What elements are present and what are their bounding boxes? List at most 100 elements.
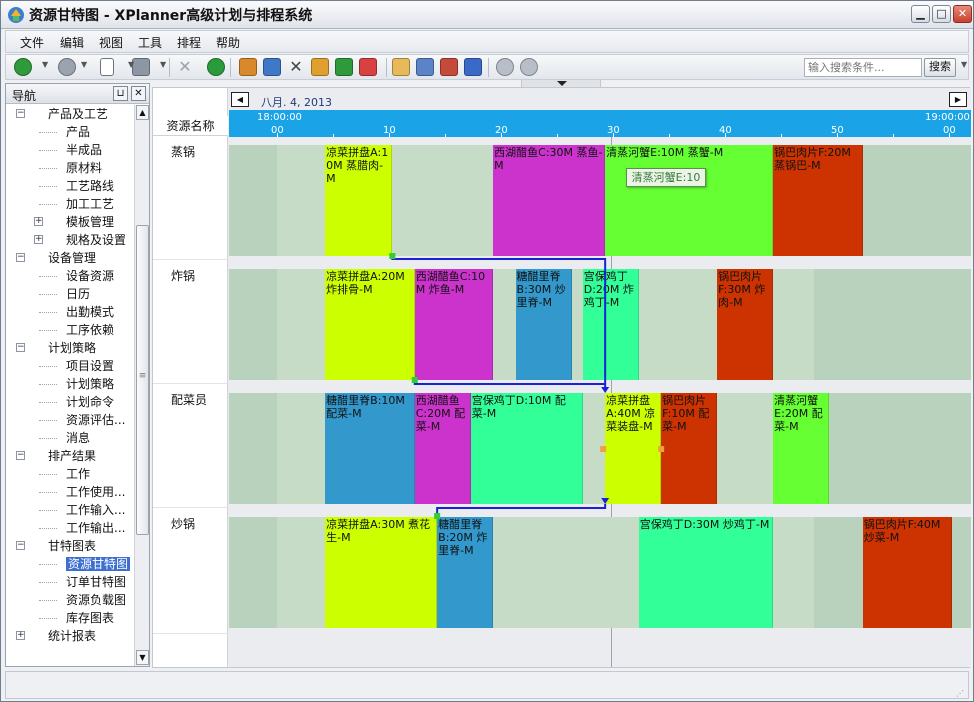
report-icon[interactable] (440, 58, 458, 76)
tree-group-29[interactable]: 统计报表 (48, 627, 96, 645)
tree-group-8[interactable]: 设备管理 (48, 249, 96, 267)
task-bar[interactable]: 清蒸河蟹E:10M 蒸蟹-M (605, 145, 774, 256)
task-bar[interactable]: 锅巴肉片F:40M 炒菜-M (862, 517, 953, 628)
up-icon[interactable] (496, 58, 514, 76)
table-icon[interactable] (416, 58, 434, 76)
scroll-down-icon[interactable]: ▼ (136, 650, 149, 665)
tree-item-18[interactable]: 消息 (66, 429, 90, 447)
tree-item-22[interactable]: 工作输入... (66, 501, 125, 519)
task-bar[interactable]: 宫保鸡丁D:20M 炸鸡丁-M (582, 269, 639, 380)
resize-grip-icon[interactable]: ⋰ (956, 689, 966, 699)
down-icon[interactable] (520, 58, 538, 76)
task-bar[interactable]: 西湖醋鱼C:10M 炸鱼-M (414, 269, 494, 380)
network-icon[interactable] (263, 58, 281, 76)
task-bar[interactable]: 糖醋里脊B:10M 配菜-M (325, 393, 415, 504)
collapse-icon[interactable]: − (16, 541, 25, 550)
toolbar-overflow-icon[interactable]: ▼ (961, 60, 967, 69)
dropdown-arrow-icon[interactable]: ▼ (128, 60, 134, 69)
delete-icon[interactable]: ✕ (176, 58, 194, 76)
tree-item-26[interactable]: 订单甘特图 (66, 573, 126, 591)
collapse-icon[interactable]: − (16, 451, 25, 460)
maximize-button[interactable]: □ (932, 5, 951, 23)
refresh-icon[interactable] (207, 58, 225, 76)
tree-item-21[interactable]: 工作使用... (66, 483, 125, 501)
package-icon[interactable] (239, 58, 257, 76)
tree-item-5[interactable]: 加工工艺 (66, 195, 114, 213)
tree-item-14[interactable]: 项目设置 (66, 357, 114, 375)
new-document-icon[interactable] (100, 58, 114, 76)
task-bar[interactable]: 西湖醋鱼C:20M 配菜-M (414, 393, 471, 504)
menu-item-5[interactable]: 帮助 (216, 34, 240, 51)
tree-item-2[interactable]: 半成品 (66, 141, 102, 159)
minimize-button[interactable]: ▁ (911, 5, 930, 23)
tree-item-7[interactable]: 规格及设置 (66, 231, 126, 249)
close-button[interactable]: ✕ (953, 5, 972, 23)
folders-icon[interactable] (311, 58, 329, 76)
tree-item-23[interactable]: 工作输出... (66, 519, 125, 537)
nav-close-icon[interactable]: ✕ (131, 86, 146, 101)
tree-item-10[interactable]: 日历 (66, 285, 90, 303)
tree-item-16[interactable]: 计划命令 (66, 393, 114, 411)
task-bar[interactable]: 西湖醋鱼C:30M 蒸鱼-M (493, 145, 606, 256)
tree-item-6[interactable]: 模板管理 (66, 213, 114, 231)
task-bar[interactable]: 清蒸河蟹E:20M 配菜-M (773, 393, 830, 504)
pin-icon[interactable]: ⊔ (113, 86, 128, 101)
tree-group-13[interactable]: 计划策略 (48, 339, 96, 357)
next-date-icon[interactable]: ▶ (949, 92, 967, 107)
collapse-icon[interactable]: − (16, 343, 25, 352)
task-bar[interactable]: 锅巴肉片F:30M 炸肉-M (717, 269, 774, 380)
task-bar[interactable]: 糖醋里脊B:20M 炸里脊-M (437, 517, 494, 628)
tree-item-28[interactable]: 库存图表 (66, 609, 114, 627)
grid-icon[interactable] (392, 58, 410, 76)
nav-scrollbar[interactable]: ▲ ≡ ▼ (134, 105, 149, 666)
forward-icon[interactable] (58, 58, 76, 76)
expand-icon[interactable]: + (16, 631, 25, 640)
eraser-icon[interactable] (359, 58, 377, 76)
task-bar[interactable]: 锅巴肉片F:10M 配菜-M (661, 393, 718, 504)
menu-item-2[interactable]: 视图 (99, 34, 123, 51)
dropdown-arrow-icon[interactable]: ▼ (160, 60, 166, 69)
play-icon[interactable] (335, 58, 353, 76)
collapse-arrow-icon[interactable] (557, 81, 567, 86)
menu-item-4[interactable]: 排程 (177, 34, 201, 51)
tree-item-20[interactable]: 工作 (66, 465, 90, 483)
collapse-icon[interactable]: − (16, 253, 25, 262)
print-icon[interactable] (132, 58, 150, 76)
task-bar[interactable]: 糖醋里脊B:30M 炒里脊-M (515, 269, 572, 380)
menu-item-1[interactable]: 编辑 (60, 34, 84, 51)
back-icon[interactable] (14, 58, 32, 76)
title-bar[interactable]: 资源甘特图 - XPlanner高级计划与排程系统 ▁ □ ✕ (1, 1, 973, 29)
task-bar[interactable]: 凉菜拼盘A:20M 炸排骨-M (325, 269, 415, 380)
prev-date-icon[interactable]: ◀ (231, 92, 249, 107)
tree-item-3[interactable]: 原材料 (66, 159, 102, 177)
task-bar[interactable]: 宫保鸡丁D:10M 配菜-M (470, 393, 583, 504)
tree-item-11[interactable]: 出勤模式 (66, 303, 114, 321)
scroll-thumb[interactable]: ≡ (136, 225, 149, 535)
search-button[interactable]: 搜索 (924, 58, 956, 77)
tree-group-24[interactable]: 甘特图表 (48, 537, 96, 555)
tree-item-9[interactable]: 设备资源 (66, 267, 114, 285)
tree-item-12[interactable]: 工序依赖 (66, 321, 114, 339)
expand-icon[interactable]: + (34, 217, 43, 226)
menu-item-0[interactable]: 文件 (20, 34, 44, 51)
menu-item-3[interactable]: 工具 (138, 34, 162, 51)
tree-item-15[interactable]: 计划策略 (66, 375, 114, 393)
search-input[interactable] (804, 58, 922, 77)
tree-group-0[interactable]: 产品及工艺 (48, 105, 108, 123)
dropdown-arrow-icon[interactable]: ▼ (42, 60, 48, 69)
tree-group-19[interactable]: 排产结果 (48, 447, 96, 465)
tree-item-4[interactable]: 工艺路线 (66, 177, 114, 195)
task-bar[interactable]: 凉菜拼盘A:40M 凉菜装盘-M (605, 393, 662, 504)
task-bar[interactable]: 凉菜拼盘A:10M 蒸腊肉-M (325, 145, 393, 256)
scroll-up-icon[interactable]: ▲ (136, 105, 149, 120)
expand-icon[interactable]: + (34, 235, 43, 244)
hierarchy-icon[interactable]: ✕ (287, 58, 305, 76)
tree-item-25[interactable]: 资源甘特图 (66, 555, 131, 573)
tree-item-17[interactable]: 资源评估... (66, 411, 125, 429)
task-bar[interactable]: 锅巴肉片F:20M 蒸锅巴-M (773, 145, 863, 256)
bar-chart-icon[interactable] (464, 58, 482, 76)
dropdown-arrow-icon[interactable]: ▼ (81, 60, 87, 69)
collapse-icon[interactable]: − (16, 109, 25, 118)
tree-item-1[interactable]: 产品 (66, 123, 90, 141)
task-bar[interactable]: 凉菜拼盘A:30M 煮花生-M (325, 517, 438, 628)
